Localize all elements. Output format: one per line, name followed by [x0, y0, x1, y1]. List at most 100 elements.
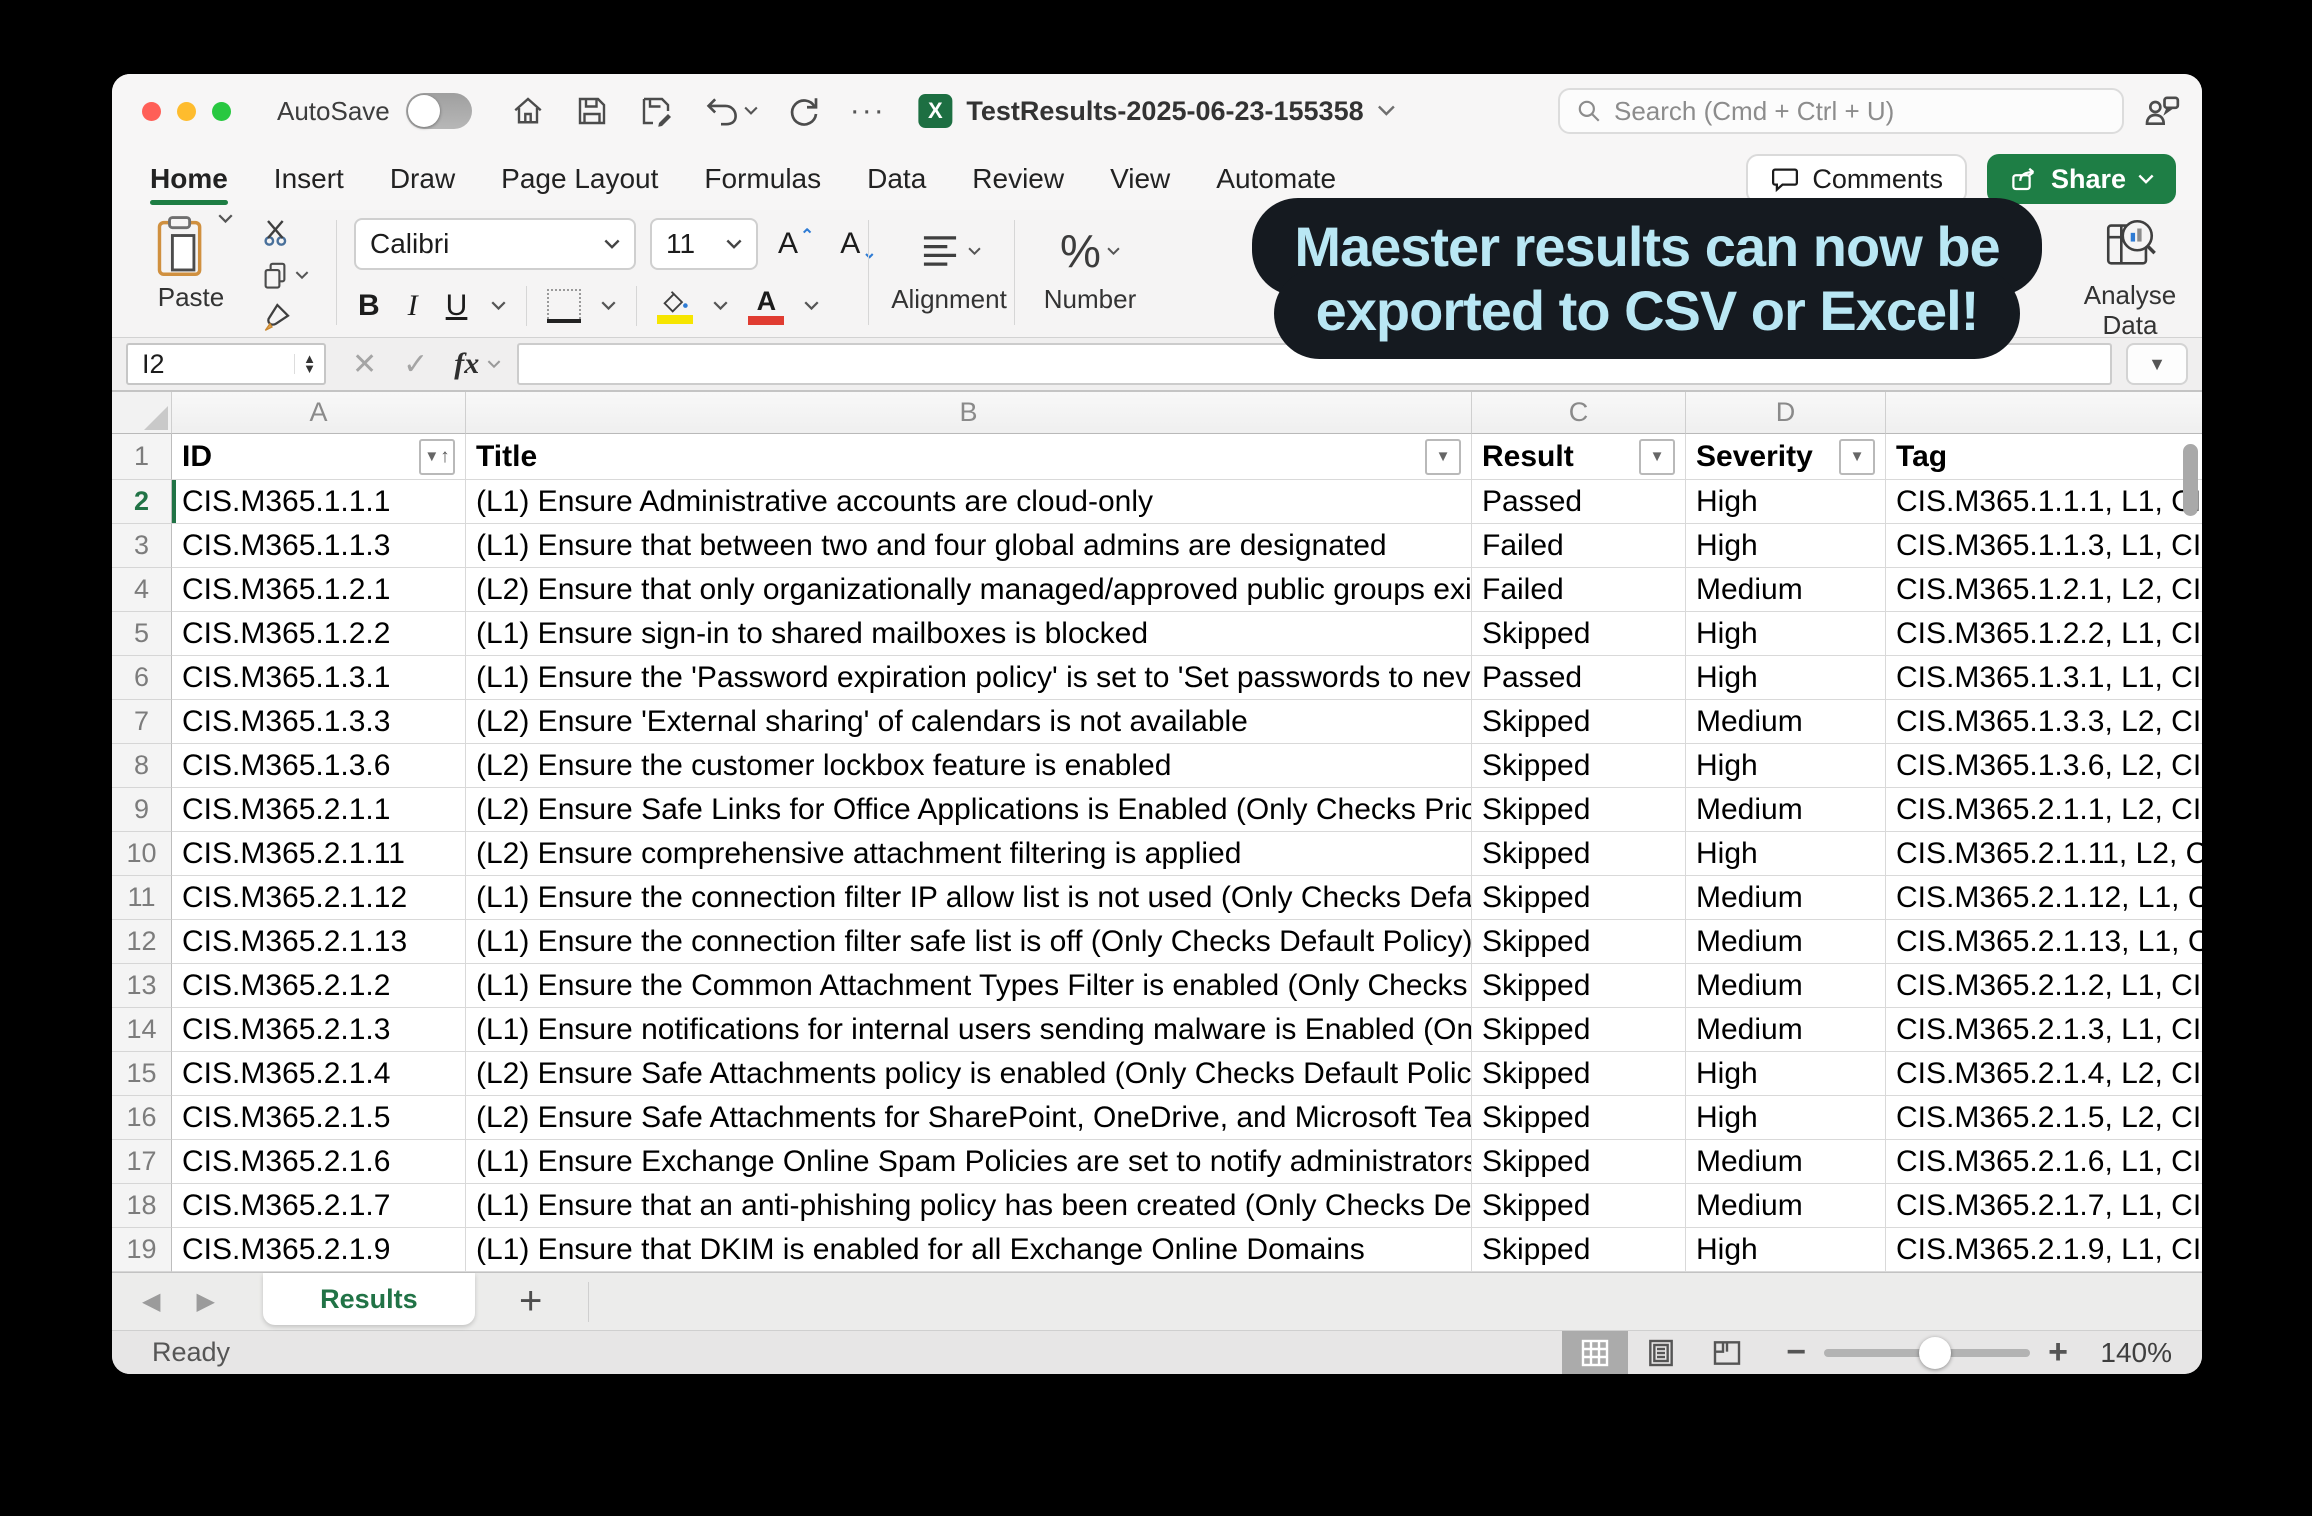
zoom-slider-knob[interactable]	[1919, 1337, 1951, 1369]
cell-tag[interactable]: CIS.M365.2.1.11, L2, CIS	[1886, 832, 2202, 876]
cell-result[interactable]: Passed	[1472, 656, 1686, 700]
cell-severity[interactable]: High	[1686, 524, 1886, 568]
cell-severity[interactable]: Medium	[1686, 1008, 1886, 1052]
cell-result[interactable]: Skipped	[1472, 744, 1686, 788]
search-input[interactable]	[1614, 96, 2106, 127]
cell-title[interactable]: (L1) Ensure that DKIM is enabled for all…	[466, 1228, 1472, 1272]
cell-result[interactable]: Skipped	[1472, 612, 1686, 656]
save-icon[interactable]	[574, 93, 610, 129]
sheet-tab-results[interactable]: Results	[263, 1273, 475, 1325]
cell-id[interactable]: CIS.M365.1.1.1	[172, 480, 466, 524]
cell-title[interactable]: (L2) Ensure Safe Attachments for SharePo…	[466, 1096, 1472, 1140]
tab-draw[interactable]: Draw	[390, 163, 455, 195]
add-sheet-button[interactable]: +	[519, 1279, 542, 1324]
normal-view-button[interactable]	[1562, 1331, 1628, 1375]
row-header[interactable]: 3	[112, 524, 172, 568]
cell-id[interactable]: CIS.M365.2.1.1	[172, 788, 466, 832]
tab-page-layout[interactable]: Page Layout	[501, 163, 658, 195]
row-header[interactable]: 5	[112, 612, 172, 656]
cell-title[interactable]: (L1) Ensure Exchange Online Spam Policie…	[466, 1140, 1472, 1184]
tab-home[interactable]: Home	[150, 163, 228, 195]
cell-id[interactable]: CIS.M365.2.1.11	[172, 832, 466, 876]
cell-tag[interactable]: CIS.M365.2.1.9, L1, CIS E3	[1886, 1228, 2202, 1272]
cell-severity[interactable]: High	[1686, 612, 1886, 656]
cell-id[interactable]: CIS.M365.1.1.3	[172, 524, 466, 568]
cell-result[interactable]: Skipped	[1472, 1228, 1686, 1272]
name-box-spinner[interactable]: ▲ ▼	[294, 354, 324, 375]
cell-title[interactable]: (L1) Ensure that an anti-phishing policy…	[466, 1184, 1472, 1228]
cell-id[interactable]: CIS.M365.2.1.3	[172, 1008, 466, 1052]
row-header[interactable]: 7	[112, 700, 172, 744]
header-cell-result[interactable]: Result ▼	[1472, 434, 1686, 480]
cell-tag[interactable]: CIS.M365.2.1.3, L1, CIS E3	[1886, 1008, 2202, 1052]
cell-title[interactable]: (L1) Ensure the connection filter IP all…	[466, 876, 1472, 920]
cell-tag[interactable]: CIS.M365.2.1.1, L2, CIS E5	[1886, 788, 2202, 832]
row-header[interactable]: 12	[112, 920, 172, 964]
cell-id[interactable]: CIS.M365.1.2.1	[172, 568, 466, 612]
cell-tag[interactable]: CIS.M365.2.1.2, L1, CIS E3	[1886, 964, 2202, 1008]
previous-sheet-icon[interactable]: ◀	[142, 1287, 160, 1316]
name-box[interactable]: I2 ▲ ▼	[126, 343, 326, 385]
row-header[interactable]: 10	[112, 832, 172, 876]
tab-insert[interactable]: Insert	[274, 163, 344, 195]
share-button[interactable]: Share	[1987, 154, 2176, 204]
cell-severity[interactable]: Medium	[1686, 1184, 1886, 1228]
page-layout-view-button[interactable]	[1628, 1331, 1694, 1375]
redo-icon[interactable]	[786, 93, 822, 129]
borders-chevron-icon[interactable]	[601, 301, 616, 311]
cell-severity[interactable]: Medium	[1686, 920, 1886, 964]
cell-result[interactable]: Skipped	[1472, 920, 1686, 964]
header-cell-tag[interactable]: Tag	[1886, 434, 2202, 480]
cell-severity[interactable]: High	[1686, 480, 1886, 524]
cell-result[interactable]: Failed	[1472, 524, 1686, 568]
save-as-icon[interactable]	[638, 93, 674, 129]
close-window-button[interactable]	[142, 102, 161, 121]
cell-tag[interactable]: CIS.M365.2.1.4, L2, CIS E5	[1886, 1052, 2202, 1096]
cell-result[interactable]: Skipped	[1472, 1008, 1686, 1052]
cell-severity[interactable]: Medium	[1686, 700, 1886, 744]
cell-result[interactable]: Skipped	[1472, 700, 1686, 744]
cell-severity[interactable]: High	[1686, 1096, 1886, 1140]
cell-id[interactable]: CIS.M365.2.1.13	[172, 920, 466, 964]
underline-button[interactable]: U	[442, 289, 472, 323]
cell-id[interactable]: CIS.M365.2.1.6	[172, 1140, 466, 1184]
fx-chevron-icon[interactable]	[487, 360, 501, 369]
zoom-in-button[interactable]: +	[2048, 1333, 2068, 1372]
column-header-a[interactable]: A	[172, 392, 466, 434]
select-all-corner[interactable]	[112, 392, 172, 434]
font-name-select[interactable]: Calibri	[354, 218, 636, 270]
cell-title[interactable]: (L2) Ensure Safe Links for Office Applic…	[466, 788, 1472, 832]
cell-severity[interactable]: High	[1686, 1052, 1886, 1096]
tab-automate[interactable]: Automate	[1216, 163, 1336, 195]
cell-result[interactable]: Skipped	[1472, 876, 1686, 920]
search-box[interactable]	[1558, 88, 2124, 134]
increase-font-size-button[interactable]: A⌃	[772, 227, 820, 261]
cell-result[interactable]: Skipped	[1472, 1140, 1686, 1184]
cell-id[interactable]: CIS.M365.2.1.2	[172, 964, 466, 1008]
row-header[interactable]: 14	[112, 1008, 172, 1052]
tab-view[interactable]: View	[1110, 163, 1170, 195]
minimize-window-button[interactable]	[177, 102, 196, 121]
borders-button[interactable]	[547, 289, 581, 323]
cell-tag[interactable]: CIS.M365.1.2.1, L2, CIS E3	[1886, 568, 2202, 612]
row-header[interactable]: 17	[112, 1140, 172, 1184]
row-header[interactable]: 15	[112, 1052, 172, 1096]
result-filter-button[interactable]: ▼	[1639, 439, 1675, 475]
cell-id[interactable]: CIS.M365.2.1.9	[172, 1228, 466, 1272]
cell-id[interactable]: CIS.M365.1.3.3	[172, 700, 466, 744]
row-header[interactable]: 1	[112, 434, 172, 480]
cell-id[interactable]: CIS.M365.2.1.12	[172, 876, 466, 920]
id-filter-sorted-button[interactable]: ▼↑	[419, 439, 455, 475]
cell-severity[interactable]: Medium	[1686, 568, 1886, 612]
cell-tag[interactable]: CIS.M365.2.1.13, L1, CIS	[1886, 920, 2202, 964]
cell-title[interactable]: (L1) Ensure the Common Attachment Types …	[466, 964, 1472, 1008]
cell-severity[interactable]: High	[1686, 744, 1886, 788]
cell-tag[interactable]: CIS.M365.1.2.2, L1, CIS E3	[1886, 612, 2202, 656]
row-header[interactable]: 13	[112, 964, 172, 1008]
cell-title[interactable]: (L1) Ensure the 'Password expiration pol…	[466, 656, 1472, 700]
cell-result[interactable]: Skipped	[1472, 788, 1686, 832]
cell-tag[interactable]: CIS.M365.1.1.1, L1, CIS E3	[1886, 480, 2202, 524]
fill-color-button[interactable]	[657, 288, 693, 324]
row-header[interactable]: 6	[112, 656, 172, 700]
cell-title[interactable]: (L2) Ensure Safe Attachments policy is e…	[466, 1052, 1472, 1096]
